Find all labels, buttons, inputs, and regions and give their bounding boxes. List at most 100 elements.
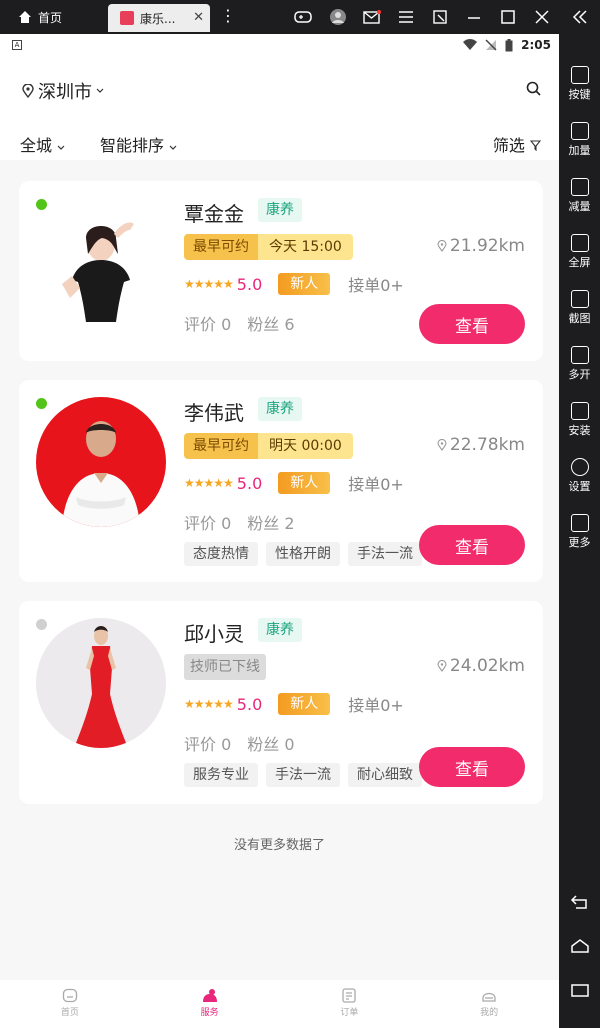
funnel-icon — [529, 140, 542, 152]
therapist-card[interactable]: 邱小灵 康养 技师已下线 24.02km ★★★★★ 5.0 新人 接单0+ 评… — [19, 601, 543, 804]
volume-up-icon — [570, 122, 589, 140]
tab-label: 我的 — [480, 1008, 499, 1018]
emulator-title-bar: 首页 康乐... ✕ ⋮ — [0, 0, 600, 34]
menu-icon[interactable] — [397, 8, 415, 26]
review-count: 评价 0 — [184, 514, 232, 533]
tab-label: 服务 — [200, 1008, 219, 1018]
pin-window-icon[interactable] — [431, 8, 449, 26]
search-button[interactable] — [526, 81, 541, 100]
newbie-badge: 新人 — [278, 693, 331, 715]
skill-tag: 耐心细致 — [348, 763, 422, 787]
location-pin-icon — [437, 439, 447, 451]
location-pin-icon — [437, 660, 447, 672]
clock: 2:05 — [521, 38, 551, 52]
android-back-button[interactable] — [559, 894, 600, 913]
tab-service[interactable]: 服务 — [140, 980, 280, 1028]
stats: 评价 0 粉丝 0 — [184, 731, 311, 755]
skill-tag: 手法一流 — [266, 763, 340, 787]
user-avatar-icon[interactable] — [329, 8, 347, 26]
sidebar-label: 加量 — [568, 144, 591, 157]
sidebar-fullscreen[interactable]: 全屏 — [559, 234, 600, 270]
chevron-down-icon — [169, 145, 177, 150]
availability-time: 今天 15:00 — [258, 234, 353, 260]
skill-tag: 服务专业 — [184, 763, 258, 787]
sidebar-settings[interactable]: 设置 — [559, 458, 600, 494]
availability-badge: 最早可约 明天 00:00 — [184, 433, 353, 459]
view-button[interactable]: 查看 — [419, 747, 525, 787]
sidebar-volume-up[interactable]: 加量 — [559, 122, 600, 158]
sidebar-more[interactable]: 更多 — [559, 514, 600, 550]
app-tab[interactable]: 康乐... ✕ — [108, 4, 210, 32]
sidebar-screenshot[interactable]: 截图 — [559, 290, 600, 326]
close-tab-icon[interactable]: ✕ — [193, 10, 204, 25]
fan-count: 粉丝 0 — [247, 735, 295, 754]
review-count: 评价 0 — [184, 735, 232, 754]
sidebar-label: 截图 — [568, 312, 591, 325]
skill-tags: 态度热情 性格开朗 手法一流 — [184, 542, 422, 566]
notification-icon: A — [12, 40, 22, 50]
multi-open-icon — [570, 346, 589, 364]
stats: 评价 0 粉丝 6 — [184, 311, 311, 335]
home-icon — [19, 11, 31, 23]
order-count: 接单0+ — [348, 696, 404, 715]
tab-label: 首页 — [60, 1008, 79, 1018]
back-icon — [570, 895, 587, 909]
online-indicator — [36, 199, 47, 210]
review-count: 评价 0 — [184, 315, 232, 334]
collapse-sidebar-icon[interactable] — [571, 8, 589, 26]
tab-home[interactable]: 首页 — [0, 980, 140, 1028]
page-header: 深圳市 全城 智能排序 筛选 — [0, 56, 559, 160]
distance-value: 24.02km — [449, 656, 525, 676]
sort-filter-label: 智能排序 — [100, 136, 165, 155]
newbie-badge: 新人 — [278, 472, 331, 494]
avatar[interactable] — [36, 397, 166, 527]
distance: 21.92km — [437, 236, 525, 256]
view-button[interactable]: 查看 — [419, 525, 525, 565]
emulator-sidebar: 按键 加量 减量 全屏 截图 多开 安装 设置 更多 — [559, 34, 600, 1028]
volume-down-icon — [570, 178, 589, 196]
apk-install-icon — [570, 402, 589, 420]
therapist-card[interactable]: 李伟武 康养 最早可约 明天 00:00 22.78km ★★★★★ 5.0 新… — [19, 380, 543, 582]
tab-label: 订单 — [340, 1008, 359, 1018]
sidebar-label: 减量 — [568, 200, 591, 213]
minimize-icon[interactable] — [465, 8, 483, 26]
chevron-down-icon — [57, 145, 65, 150]
view-button[interactable]: 查看 — [419, 304, 525, 344]
therapist-card[interactable]: 覃金金 康养 最早可约 今天 15:00 21.92km ★★★★★ 5.0 新… — [19, 181, 543, 361]
home-tab[interactable]: 首页 — [18, 8, 62, 26]
sidebar-volume-down[interactable]: 减量 — [559, 178, 600, 214]
profile-icon — [482, 992, 496, 1002]
skill-tag: 性格开朗 — [266, 542, 340, 566]
android-home-button[interactable] — [559, 938, 600, 957]
android-recents-button[interactable] — [559, 982, 600, 1001]
more-icon — [570, 514, 589, 532]
maximize-icon[interactable] — [499, 8, 517, 26]
scissors-icon — [570, 290, 589, 308]
sidebar-multi-open[interactable]: 多开 — [559, 346, 600, 382]
avatar[interactable] — [36, 198, 166, 328]
category-tag: 康养 — [258, 397, 302, 421]
sidebar-install[interactable]: 安装 — [559, 402, 600, 438]
avatar[interactable] — [36, 618, 166, 748]
fullscreen-icon — [570, 234, 589, 252]
location-pin-icon — [437, 240, 447, 252]
city-selector[interactable]: 深圳市 — [22, 78, 104, 104]
sidebar-label: 安装 — [568, 424, 591, 437]
sort-filter[interactable]: 智能排序 — [100, 132, 177, 156]
no-signal-icon — [485, 39, 497, 51]
area-filter[interactable]: 全城 — [20, 132, 65, 156]
gamepad-icon[interactable] — [294, 8, 312, 26]
sidebar-keymap[interactable]: 按键 — [559, 66, 600, 102]
close-window-icon[interactable] — [533, 8, 551, 26]
mail-icon[interactable] — [363, 8, 381, 26]
sidebar-label: 全屏 — [568, 256, 591, 269]
tab-orders[interactable]: 订单 — [280, 980, 420, 1028]
rating-row: ★★★★★ 5.0 新人 接单0+ — [184, 692, 404, 716]
more-vertical-icon[interactable]: ⋮ — [220, 8, 236, 24]
offline-status-badge: 技师已下线 — [184, 654, 266, 680]
star-rating-icon: ★★★★★ — [184, 697, 234, 711]
rating-score: 5.0 — [236, 473, 263, 493]
home-tab-label: 首页 — [38, 10, 63, 25]
tab-profile[interactable]: 我的 — [419, 980, 559, 1028]
screen-filter[interactable]: 筛选 — [493, 132, 542, 156]
